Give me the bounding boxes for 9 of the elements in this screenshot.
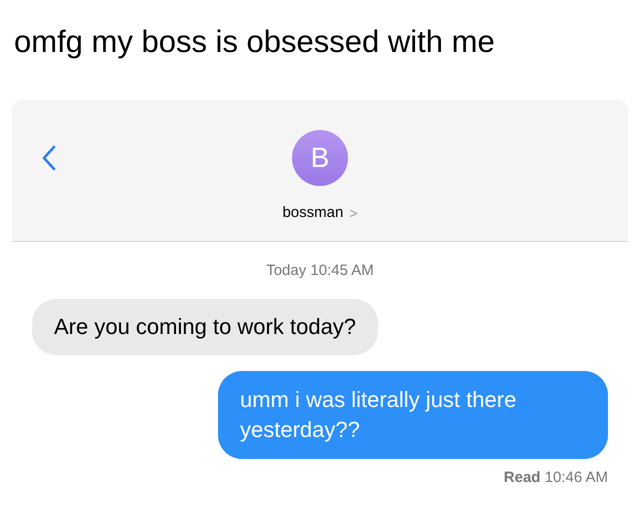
timestamp: Today 10:45 AM bbox=[265, 261, 375, 281]
back-icon[interactable] bbox=[42, 145, 56, 171]
sent-message-bubble: umm i was literally just there yesterday?? bbox=[218, 370, 608, 458]
caption: omfg my boss is obsessed with me bbox=[13, 23, 496, 61]
contact-avatar[interactable]: B bbox=[292, 130, 348, 186]
received-message-bubble: Are you coming to work today? bbox=[32, 298, 378, 354]
chevron[interactable]: > bbox=[349, 202, 358, 224]
read-receipt: Read 10:46 AM bbox=[504, 468, 608, 488]
contact-name[interactable]: bossman bbox=[282, 202, 344, 224]
